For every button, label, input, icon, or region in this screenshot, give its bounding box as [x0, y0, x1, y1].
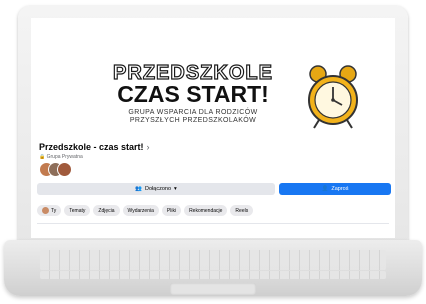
tab-label: Zdjęcia	[98, 207, 115, 214]
trackpad	[170, 283, 256, 295]
invite-label: Zaproś	[331, 186, 349, 192]
group-cover-image: PRZEDSZKOLE CZAS START! GRUPA WSPARCIA D…	[31, 18, 395, 134]
tab-label: Ty	[51, 207, 57, 214]
tab-recommendations[interactable]: Rekomendacje	[184, 205, 228, 216]
lock-icon: 🔒	[39, 154, 46, 160]
tab-reels[interactable]: Reels	[230, 205, 254, 216]
joined-label: Dołączono	[145, 186, 172, 192]
keyboard	[40, 250, 386, 270]
invite-button[interactable]: 👤 Zaproś	[279, 183, 391, 195]
tab-label: Pliki	[166, 207, 177, 214]
alarm-clock-icon	[308, 65, 358, 129]
chevron-right-icon: ›	[146, 142, 150, 152]
laptop-screen: PRZEDSZKOLE CZAS START! GRUPA WSPARCIA D…	[31, 18, 395, 238]
cover-subtitle: GRUPA WSPARCIA DLA RODZICÓW PRZYSZŁYCH P…	[75, 109, 311, 125]
tab-topics[interactable]: Tematy	[64, 205, 91, 216]
group-type-label: Grupa Prywatna	[46, 154, 83, 160]
group-name[interactable]: Przedszkole - czas start! ›	[39, 142, 150, 152]
group-privacy: 🔒 Grupa Prywatna	[39, 154, 83, 160]
avatar	[42, 207, 49, 214]
keyboard-row	[40, 271, 386, 279]
tab-label: Tematy	[69, 207, 86, 214]
cover-subtitle-line2: PRZYSZŁYCH PRZEDSZKOLAKÓW	[129, 117, 257, 124]
cover-subtitle-line1: GRUPA WSPARCIA DLA RODZICÓW	[128, 109, 258, 116]
divider	[37, 223, 389, 224]
tab-files[interactable]: Pliki	[161, 205, 182, 216]
tab-photos[interactable]: Zdjęcia	[93, 205, 120, 216]
tab-label: Wydarzenia	[127, 207, 154, 214]
avatar	[57, 162, 72, 177]
joined-button[interactable]: 👥 Dołączono ▾	[37, 183, 275, 195]
tab-you[interactable]: Ty	[37, 205, 62, 216]
cover-title-line2: CZAS START!	[117, 81, 269, 107]
chevron-down-icon: ▾	[174, 186, 177, 192]
tab-label: Rekomendacje	[189, 207, 223, 214]
people-icon: 👥	[135, 186, 143, 192]
tab-events[interactable]: Wydarzenia	[122, 205, 159, 216]
tab-label: Reels	[235, 207, 249, 214]
group-tabs: Ty Tematy Zdjęcia Wydarzenia Pliki Rekom…	[37, 205, 254, 216]
group-name-text: Przedszkole - czas start!	[39, 142, 144, 152]
person-plus-icon: 👤	[321, 186, 329, 192]
